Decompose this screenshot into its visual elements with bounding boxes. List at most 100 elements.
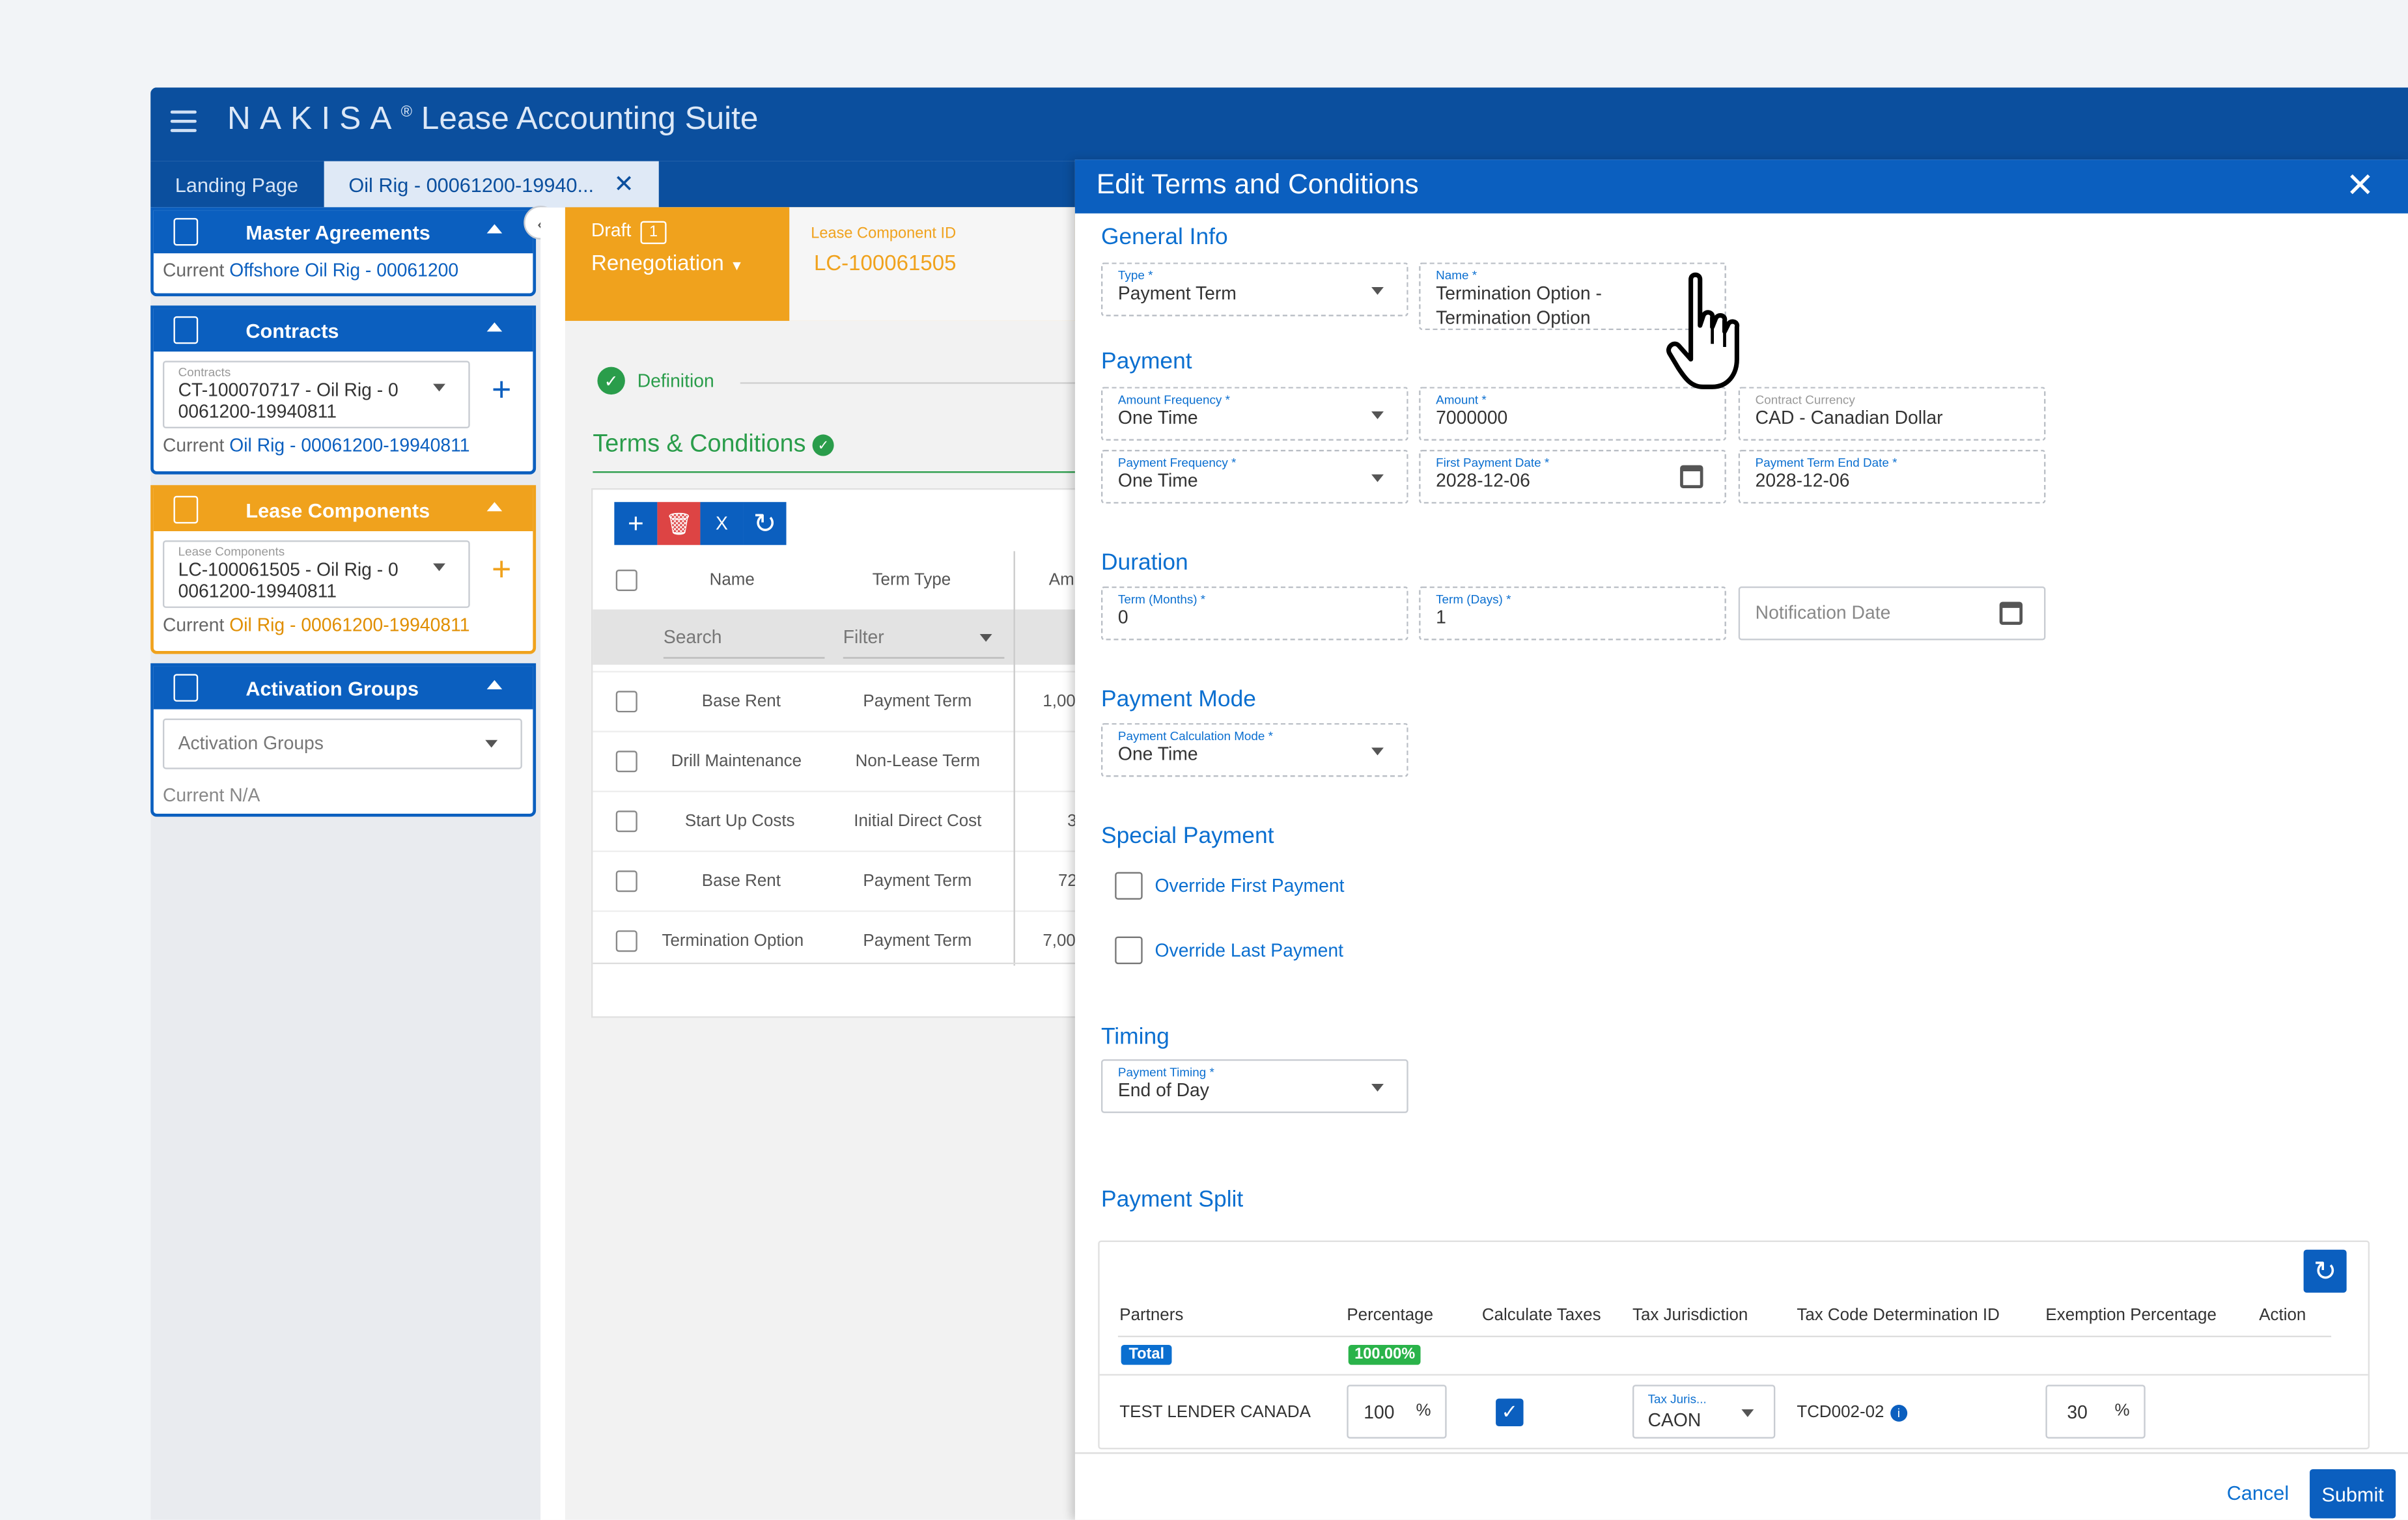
payment-frequency-select[interactable]: Payment Frequency * One Time [1100,450,1408,504]
left-sidebar: Master Agreements Current Offshore Oil R… [150,207,541,1520]
current-value[interactable]: Oil Rig - 00061200-19940811 [229,434,469,456]
field-label: Contract Currency [1755,393,1855,407]
refresh-icon[interactable]: ↻ [2303,1249,2347,1293]
info-icon[interactable]: i [1890,1404,1907,1422]
submit-button[interactable]: Submit [2310,1469,2396,1519]
contracts-select[interactable]: Contracts CT-100070717 - Oil Rig - 0 006… [162,361,470,428]
cell-amount: 7,00 [1043,932,1076,950]
header-term-type[interactable]: Term Type [873,571,951,589]
contracts-card: Contracts Contracts CT-100070717 - Oil R… [150,305,537,475]
lease-components-select[interactable]: Lease Components LC-100061505 - Oil Rig … [162,540,470,608]
row-checkbox[interactable] [615,870,637,892]
field-value: One Time [1117,469,1198,491]
groups-icon [173,674,199,702]
current-value[interactable]: Oil Rig - 00061200-19940811 [229,614,469,635]
current-value[interactable]: Offshore Oil Rig - 00061200 [229,260,458,281]
exemption-percentage-input[interactable]: 30% [2045,1385,2146,1439]
step-terms-conditions[interactable]: Terms & Conditions ✓ [593,432,835,459]
row-checkbox[interactable] [615,930,637,952]
table-row[interactable]: Base Rent Payment Term 1,00 [593,670,1085,731]
chevron-down-icon [1371,747,1384,756]
add-icon[interactable]: + [614,502,658,546]
override-first-checkbox[interactable] [1115,872,1143,900]
field-label: Payment Timing * [1117,1065,1214,1079]
current-label: Current [162,434,225,456]
payment-term-end-date-field[interactable]: Payment Term End Date * 2028-12-06 [1738,450,2046,504]
select-all-checkbox[interactable] [615,569,637,591]
add-lease-component-button[interactable]: + [492,549,511,589]
lc-id-label: Lease Component ID [811,225,957,243]
collapse-caret-icon[interactable] [486,322,503,332]
override-last-checkbox[interactable] [1115,936,1143,965]
header-amount[interactable]: Am [1049,571,1074,589]
search-input[interactable]: Search [664,626,722,648]
terms-grid: + 🗑 X ↻ Name Term Type Am Search Filter … [591,488,1085,1018]
section-special-payment: Special Payment [1100,823,1274,850]
cell-term-type: Payment Term [863,692,972,711]
activation-groups-header[interactable]: Activation Groups [153,666,533,710]
add-contract-button[interactable]: + [492,370,511,409]
brand-logo: NAKISA [227,101,401,137]
close-icon[interactable]: ✕ [2346,166,2374,206]
table-row[interactable]: Drill Maintenance Non-Lease Term [593,730,1085,791]
payment-timing-select[interactable]: Payment Timing * End of Day [1100,1059,1408,1113]
step-definition[interactable]: ✓ Definition [597,366,714,395]
field-value: End of Day [1117,1079,1209,1101]
table-row[interactable]: Base Rent Payment Term 72 [593,850,1085,911]
table-row[interactable]: Termination Option Payment Term 7,00 [593,910,1085,971]
payment-calculation-mode-select[interactable]: Payment Calculation Mode * One Time [1100,723,1408,777]
term-months-field[interactable]: Term (Months) * 0 [1100,586,1408,641]
calendar-icon[interactable] [1680,465,1703,488]
cell-amount: 72 [1057,872,1077,891]
refresh-icon[interactable]: ↻ [743,502,787,546]
screen: NAKISA® Lease Accounting Suite Landing P… [0,0,2408,1520]
delete-icon[interactable]: 🗑 [657,502,701,546]
row-checkbox[interactable] [615,810,637,833]
tab-landing-page[interactable]: Landing Page [150,161,323,208]
hamburger-menu-icon[interactable] [170,110,197,132]
tax-code-text: TCD002-02 [1797,1403,1884,1422]
master-agreements-header[interactable]: Master Agreements [153,210,533,254]
contracts-header[interactable]: Contracts [153,309,533,352]
notification-date-field[interactable]: Notification Date [1738,586,2046,641]
field-label: First Payment Date * [1436,456,1550,470]
close-tab-icon[interactable]: ✕ [613,169,634,199]
current-contract: Current Oil Rig - 00061200-19940811 [154,428,533,462]
calculate-taxes-checkbox[interactable]: ✓ [1496,1398,1524,1426]
col-action: Action [2259,1306,2306,1325]
field-label: Payment Calculation Mode * [1117,729,1274,743]
field-value: Payment Term [1117,282,1237,304]
chevron-down-icon [1371,287,1384,295]
export-excel-icon[interactable]: X [700,502,744,546]
mode-dropdown[interactable]: Renegotiation ▼ [591,250,744,275]
term-days-field[interactable]: Term (Days) * 1 [1419,586,1726,641]
override-last-payment[interactable]: Override Last Payment [1115,936,1343,965]
first-payment-date-field[interactable]: First Payment Date * 2028-12-06 [1419,450,1726,504]
collapse-caret-icon[interactable] [486,502,503,512]
percentage-input[interactable]: 100% [1347,1385,1447,1439]
tax-jurisdiction-select[interactable]: Tax Juris... CAON [1632,1385,1776,1439]
step-underline [593,471,1100,473]
header-name[interactable]: Name [710,571,755,589]
status-banner: Draft 1 Renegotiation ▼ Lease Component I… [565,207,1075,321]
amount-frequency-select[interactable]: Amount Frequency * One Time [1100,387,1408,441]
filter-select[interactable]: Filter [843,626,884,648]
step-divider [740,382,1094,384]
tab-oil-rig[interactable]: Oil Rig - 00061200-19940... ✕ [324,161,659,208]
cancel-button[interactable]: Cancel [2227,1482,2289,1504]
filter-underline [843,657,1005,659]
type-select[interactable]: Type * Payment Term [1100,262,1408,316]
table-row[interactable]: Start Up Costs Initial Direct Cost 3 [593,790,1085,851]
activation-groups-select[interactable]: Activation Groups [162,718,522,769]
collapse-caret-icon[interactable] [486,680,503,689]
row-checkbox[interactable] [615,691,637,713]
collapse-caret-icon[interactable] [486,224,503,234]
row-checkbox[interactable] [615,751,637,773]
override-first-payment[interactable]: Override First Payment [1115,872,1345,900]
draft-label: Draft [591,219,632,242]
lease-components-header[interactable]: Lease Components [153,488,533,532]
field-label: Payment Frequency * [1117,456,1237,470]
payment-split-table: ↻ Partners Percentage Calculate Taxes Ta… [1098,1240,2370,1450]
cell-term-type: Payment Term [863,872,972,891]
calendar-icon[interactable] [1999,601,2023,625]
